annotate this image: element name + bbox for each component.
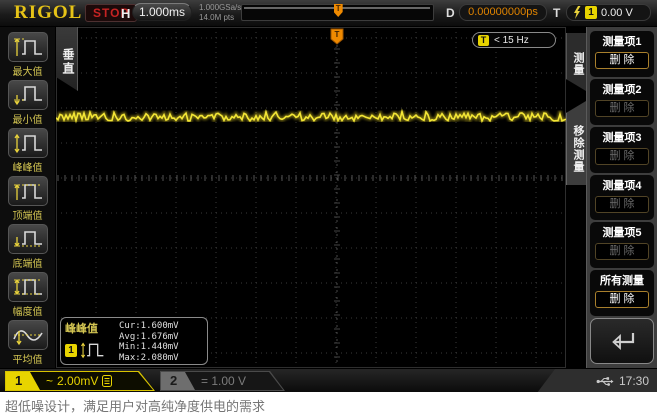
delete-button-2[interactable]: 删 除 [595, 100, 649, 117]
channel-2-badge: 2 [161, 372, 195, 390]
sidebar-item-vtop[interactable]: 顶端值 [0, 176, 55, 224]
delete-button-1[interactable]: 删 除 [595, 52, 649, 69]
ch2-coupling: = [201, 374, 208, 388]
vpp-mini-icon [79, 340, 105, 360]
ch1-coupling: ~ [46, 374, 53, 388]
trigger-level-value: 0.00 V [601, 7, 633, 19]
delete-button-3[interactable]: 删 除 [595, 148, 649, 165]
tab-measure[interactable]: 测量 [566, 33, 586, 91]
sidebar-item-vavg[interactable]: 平均值 [0, 320, 55, 368]
sidebar-item-vmax[interactable]: 最大值 [0, 32, 55, 80]
horizontal-label: H [121, 6, 130, 21]
sidebar-item-vamp[interactable]: 幅度值 [0, 272, 55, 320]
menu-item-measure-1[interactable]: 测量项1 删 除 [590, 31, 654, 77]
trigger-label: T [553, 6, 560, 20]
trigger-source-badge: 1 [585, 6, 597, 19]
menu-item-all-measures[interactable]: 所有测量 删 除 [590, 270, 654, 316]
vbase-icon [8, 224, 48, 254]
channel-1-status[interactable]: 1 ~ 2.00mV [5, 371, 155, 391]
popup-channel-badge: 1 [65, 344, 77, 357]
vtop-icon [8, 176, 48, 206]
popup-values: Cur:1.600mV Avg:1.676mV Min:1.440mV Max:… [119, 320, 203, 362]
top-status-bar: RIGOL STOP H 1.000ms 1.000GSa/s 14.0M pt… [0, 0, 657, 27]
sample-rate-block: 1.000GSa/s 14.0M pts [199, 3, 241, 23]
waveform-overview-bar[interactable]: T [241, 4, 434, 21]
bandwidth-icon [102, 375, 112, 387]
remove-measure-menu: 测量项1 删 除 测量项2 删 除 测量项3 删 除 测量项4 删 除 测量项5… [586, 27, 657, 368]
measure-function-sidebar: 最大值 最小值 峰峰值 顶端值 [0, 27, 55, 368]
ch1-scale: 2.00mV [57, 374, 98, 388]
rigol-logo: RIGOL [14, 2, 82, 24]
caption-text: 超低噪设计，满足用户对高纯净度供电的需求 [0, 392, 657, 416]
usb-icon [596, 376, 614, 387]
trigger-info-box[interactable]: 1 0.00 V [566, 4, 651, 21]
vamp-icon [8, 272, 48, 302]
freq-source-badge: T [478, 35, 489, 46]
popup-row-max: Max:2.080mV [119, 353, 203, 364]
tab-remove-measure[interactable]: 移除测量 [566, 101, 586, 185]
channel-1-badge: 1 [6, 372, 40, 390]
menu-item-measure-5[interactable]: 测量项5 删 除 [590, 222, 654, 268]
popup-row-avg: Avg:1.676mV [119, 332, 203, 343]
waveform-display: T T < 15 Hz 峰峰值 1 Cur:1.600mV A [56, 27, 566, 368]
frequency-counter-badge: T < 15 Hz [472, 32, 556, 48]
channel-2-status[interactable]: 2 = 1.00 V [160, 371, 285, 391]
popup-row-cur: Cur:1.600mV [119, 321, 203, 332]
measurement-popup: 峰峰值 1 Cur:1.600mV Avg:1.676mV Min:1.440m… [60, 317, 208, 365]
menu-item-measure-3[interactable]: 测量项3 删 除 [590, 127, 654, 173]
return-arrow-icon [606, 330, 638, 352]
svg-text:T: T [335, 30, 340, 39]
delay-value[interactable]: 0.00000000ps [459, 4, 547, 21]
vavg-icon [8, 320, 48, 350]
freq-value: < 15 Hz [494, 35, 529, 46]
delay-label: D [446, 6, 455, 20]
popup-title: 峰峰值 [65, 320, 119, 336]
vmin-icon [8, 80, 48, 110]
bottom-status-bar: 1 ~ 2.00mV 2 = 1.00 V [0, 368, 657, 392]
delete-button-4[interactable]: 删 除 [595, 196, 649, 213]
ch2-scale: 1.00 V [211, 374, 246, 388]
trigger-edge-icon [573, 6, 581, 19]
status-right-panel: 17:30 [537, 369, 657, 393]
screenshot-root: RIGOL STOP H 1.000ms 1.000GSa/s 14.0M pt… [0, 0, 657, 416]
sidebar-item-vmin[interactable]: 最小值 [0, 80, 55, 128]
menu-item-measure-2[interactable]: 测量项2 删 除 [590, 79, 654, 125]
menu-item-measure-4[interactable]: 测量项4 删 除 [590, 175, 654, 221]
clock-text: 17:30 [619, 374, 649, 388]
delete-button-5[interactable]: 删 除 [595, 243, 649, 260]
sample-rate: 1.000GSa/s [199, 3, 241, 13]
popup-row-min: Min:1.440mV [119, 342, 203, 353]
vpp-icon [8, 128, 48, 158]
sidebar-item-vpp[interactable]: 峰峰值 [0, 128, 55, 176]
oscilloscope-screen: RIGOL STOP H 1.000ms 1.000GSa/s 14.0M pt… [0, 0, 657, 392]
delete-all-button[interactable]: 删 除 [595, 291, 649, 308]
memory-depth: 14.0M pts [199, 13, 241, 23]
vmax-icon [8, 32, 48, 62]
sidebar-item-vbase[interactable]: 底端值 [0, 224, 55, 272]
timebase-value[interactable]: 1.000ms [132, 3, 192, 21]
menu-back-button[interactable] [590, 318, 654, 364]
